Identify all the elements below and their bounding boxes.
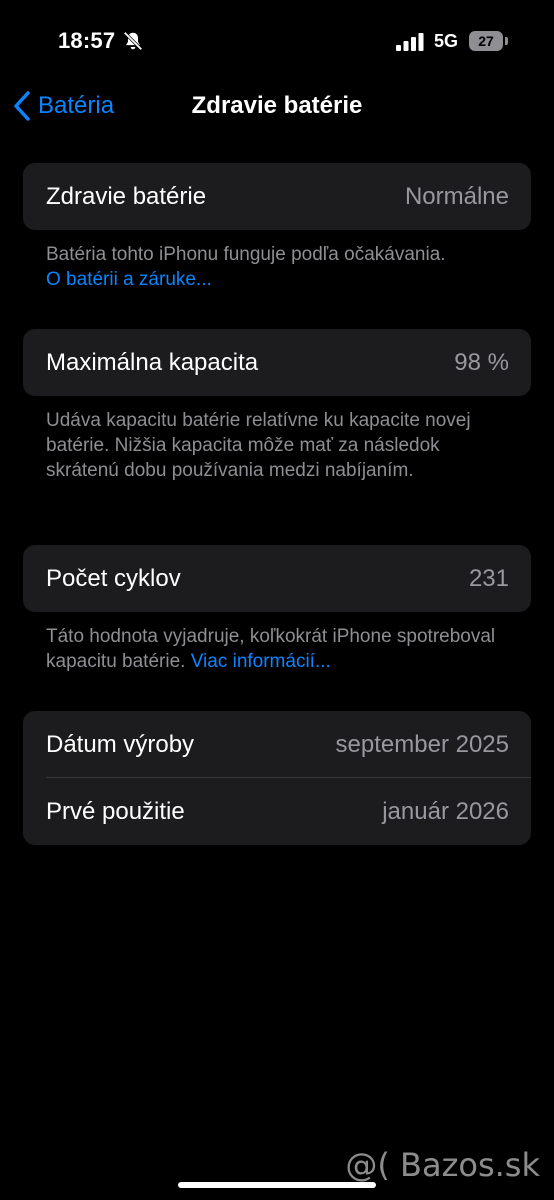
manufacture-date-value: september 2025 [335, 730, 509, 758]
max-capacity-footer: Udáva kapacitu batérie relatívne ku kapa… [46, 410, 471, 481]
cycle-count-row: Počet cyklov 231 [23, 545, 531, 612]
cycle-count-value: 231 [468, 564, 509, 592]
cycle-count-footer: Táto hodnota vyjadruje, koľkokrát iPhone… [46, 624, 516, 674]
status-bar: 18:57 5G 27 [0, 0, 554, 84]
battery-health-group: Zdravie batérie Normálne [23, 163, 531, 230]
first-use-value: január 2026 [382, 797, 509, 825]
battery-health-label: Zdravie batérie [46, 182, 207, 210]
battery-level: 27 [469, 31, 503, 51]
cycle-count-label: Počet cyklov [46, 564, 181, 592]
battery-cap [505, 37, 508, 45]
battery-health-row: Zdravie batérie Normálne [23, 163, 531, 230]
battery-health-value: Normálne [404, 182, 509, 210]
dates-group: Dátum výroby september 2025 Prvé použiti… [23, 711, 531, 845]
bell-slash-icon [123, 31, 143, 51]
max-capacity-row: Maximálna kapacita 98 % [23, 329, 531, 396]
page-title: Zdravie batérie [191, 92, 363, 119]
status-time: 18:57 [58, 28, 116, 53]
cycle-count-group: Počet cyklov 231 [23, 545, 531, 612]
manufacture-date-label: Dátum výroby [46, 730, 195, 758]
more-info-link[interactable]: Viac informácií... [191, 651, 331, 672]
network-type: 5G [434, 31, 459, 51]
watermark: @( Bazos.sk [345, 1146, 540, 1184]
battery-icon: 27 [469, 31, 509, 51]
signal-icon [396, 33, 424, 51]
max-capacity-group: Maximálna kapacita 98 % [23, 329, 531, 396]
first-use-label: Prvé použitie [46, 797, 185, 825]
first-use-row: Prvé použitie január 2026 [23, 778, 531, 845]
max-capacity-value: 98 % [454, 348, 509, 376]
navigation-bar: Batéria Zdravie batérie [0, 84, 554, 128]
battery-warranty-link[interactable]: O batérii a záruke... [46, 269, 212, 290]
max-capacity-label: Maximálna kapacita [46, 348, 259, 376]
battery-health-footer: Batéria tohto iPhonu funguje podľa očaká… [46, 242, 516, 292]
battery-health-footer-text: Batéria tohto iPhonu funguje podľa očaká… [46, 244, 446, 265]
manufacture-date-row: Dátum výroby september 2025 [23, 711, 531, 778]
